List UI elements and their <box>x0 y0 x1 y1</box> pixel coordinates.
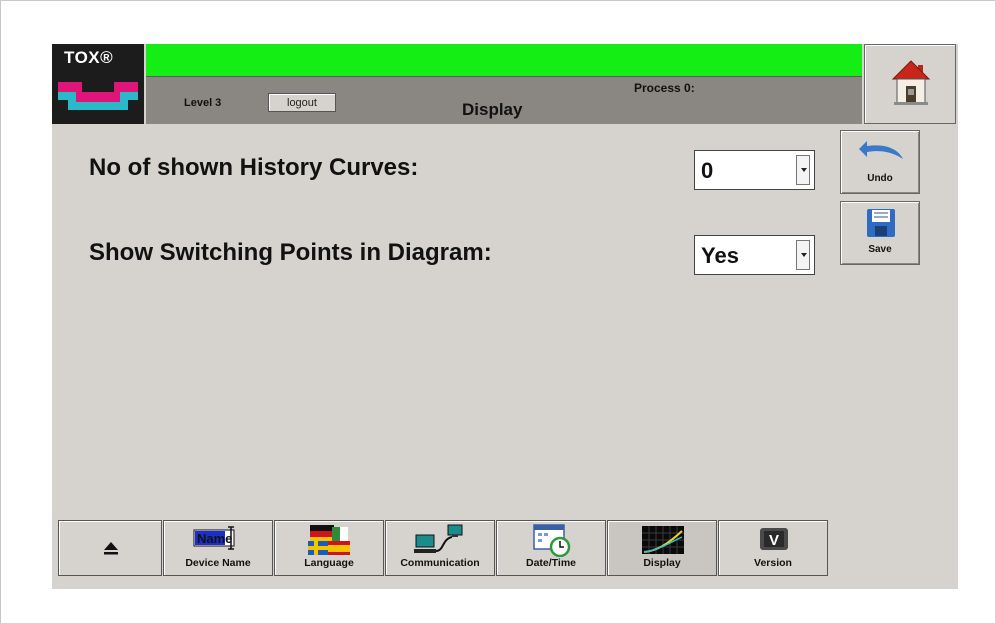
name-icon-text: Name <box>197 531 232 546</box>
tab-display[interactable]: Display <box>607 520 717 576</box>
window-border-top <box>0 0 995 1</box>
process-label: Process 0: <box>634 81 695 95</box>
tox-logo: TOX® <box>52 44 144 124</box>
tab-language[interactable]: Language <box>274 520 384 576</box>
history-curves-value: 0 <box>701 158 714 183</box>
tab-date-time-label: Date/Time <box>526 557 576 569</box>
save-label: Save <box>868 244 892 255</box>
tab-communication-label: Communication <box>400 557 480 569</box>
floppy-disk-icon <box>867 209 895 237</box>
chevron-down-icon[interactable] <box>796 240 810 270</box>
bottom-tab-bar: Name Device Name Language Communication … <box>58 520 837 576</box>
tab-display-label: Display <box>643 557 681 569</box>
undo-button[interactable]: Undo <box>840 130 920 194</box>
switching-points-dropdown[interactable]: Yes <box>694 235 815 275</box>
history-curves-dropdown[interactable]: 0 <box>694 150 815 190</box>
window-border-left <box>0 0 1 623</box>
undo-label: Undo <box>867 173 893 184</box>
eject-triangle-icon <box>104 542 118 555</box>
diagram-display-icon <box>642 526 684 554</box>
history-curves-label: No of shown History Curves: <box>89 154 419 181</box>
user-level: Level 3 <box>184 97 222 109</box>
switching-points-value: Yes <box>701 243 739 268</box>
tab-device-name-label: Device Name <box>185 557 251 569</box>
home-icon <box>891 60 931 105</box>
save-button[interactable]: Save <box>840 201 920 265</box>
tab-date-time[interactable]: Date/Time <box>496 520 606 576</box>
home-button[interactable] <box>864 44 956 124</box>
chevron-down-icon[interactable] <box>796 155 810 185</box>
version-v-icon: V <box>760 528 788 550</box>
tox-logo-shape-icon <box>58 82 138 110</box>
calendar-clock-icon <box>533 524 571 557</box>
flags-icon <box>308 525 350 555</box>
logo-text: TOX® <box>64 48 114 67</box>
name-field-icon: Name <box>193 526 235 550</box>
logout-button[interactable]: logout <box>268 93 336 112</box>
undo-arrow-icon <box>859 141 903 159</box>
version-icon-text: V <box>769 532 779 549</box>
tab-version[interactable]: V Version <box>718 520 828 576</box>
switching-points-label: Show Switching Points in Diagram: <box>89 239 492 266</box>
status-bar <box>146 44 862 76</box>
tab-eject[interactable] <box>58 520 162 576</box>
tab-communication[interactable]: Communication <box>385 520 495 576</box>
tab-version-label: Version <box>754 557 792 569</box>
page-title: Display <box>462 100 523 119</box>
tab-language-label: Language <box>304 557 354 569</box>
main-panel <box>52 44 958 589</box>
tab-device-name[interactable]: Name Device Name <box>163 520 273 576</box>
network-computers-icon <box>414 524 463 553</box>
